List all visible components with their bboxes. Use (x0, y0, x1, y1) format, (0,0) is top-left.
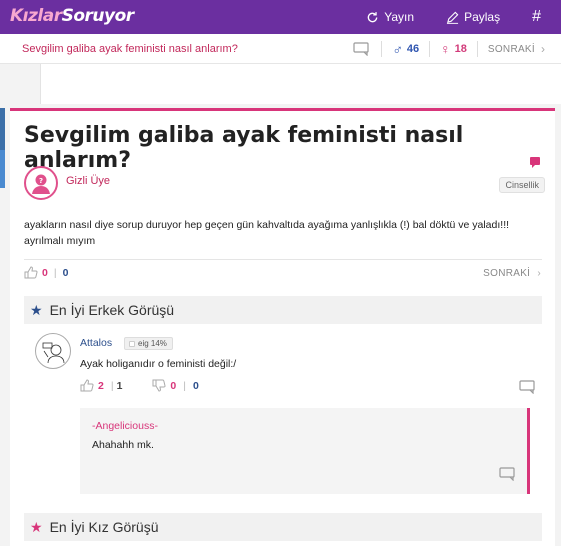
answer-author-name[interactable]: Attalos (80, 337, 112, 349)
sticky-question-title[interactable]: Sevgilim galiba ayak feministi nasıl anl… (22, 43, 238, 55)
ad-placeholder (40, 64, 561, 104)
chevron-right-icon: › (537, 268, 541, 279)
star-icon: ★ (30, 518, 43, 535)
reply-text: Ahahahh mk. (92, 439, 154, 451)
next-question-button[interactable]: SONRAKİ › (483, 268, 541, 279)
logo-text-soruyor: Soruyor (61, 6, 135, 26)
thumbs-up-icon[interactable] (80, 379, 94, 392)
refresh-icon (367, 11, 378, 22)
share-button[interactable]: Paylaş (446, 10, 500, 24)
female-count: 18 (454, 43, 467, 55)
answer-text: Ayak holiganıdır o feministi değil:/ (80, 358, 237, 370)
star-icon: ★ (30, 301, 43, 318)
upvote-sub-count: 1 (116, 379, 123, 392)
avatar[interactable] (35, 333, 71, 369)
svg-text:?: ? (39, 177, 43, 185)
page-title: Sevgilim galiba ayak feministi nasıl anl… (24, 123, 464, 173)
downvote-count: 0 (62, 266, 69, 279)
upvote-count: 0 (42, 266, 48, 279)
publish-button[interactable]: Yayın (366, 10, 414, 24)
downvote-sub-count: 0 (193, 379, 199, 392)
comment-icon[interactable] (519, 380, 537, 399)
section-title: En İyi Erkek Görüşü (49, 302, 175, 318)
report-icon[interactable] (530, 157, 541, 172)
share-label: Paylaş (464, 10, 501, 24)
thumbs-up-icon[interactable] (24, 266, 38, 279)
vote-separator: | (183, 379, 186, 392)
thumbs-down-icon[interactable] (152, 379, 166, 392)
author-name[interactable]: Gizli Üye (66, 175, 110, 187)
site-logo[interactable]: KızlarSoruyor (10, 6, 134, 26)
divider (381, 41, 383, 57)
badge-icon (129, 340, 135, 347)
comment-icon[interactable] (353, 42, 371, 56)
reply-author-name[interactable]: -Angeliciouss- (92, 420, 158, 432)
vote-separator: | (110, 379, 114, 392)
anonymous-female-icon: ? (32, 174, 50, 194)
reply-box: -Angeliciouss- Ahahahh mk. (80, 408, 530, 494)
chevron-right-icon[interactable]: › (541, 42, 545, 56)
best-male-answer-header: ★ En İyi Erkek Görüşü (24, 296, 542, 324)
publish-label: Yayın (384, 10, 415, 24)
upvote-count: 2 (98, 379, 104, 392)
side-rail-lower (0, 150, 5, 188)
sticky-question-bar: Sevgilim galiba ayak feministi nasıl anl… (0, 34, 561, 64)
male-count: 46 (406, 43, 420, 55)
section-title: En İyi Kız Görüşü (49, 519, 159, 535)
top-bar: KızlarSoruyor Yayın Paylaş # (0, 0, 561, 34)
divider (24, 259, 542, 260)
divider (429, 41, 431, 57)
female-icon: ♀ (440, 41, 451, 57)
question-card: Sevgilim galiba ayak feministi nasıl anl… (10, 108, 555, 546)
comment-icon[interactable] (499, 467, 517, 486)
sticky-next-button[interactable]: SONRAKİ (488, 44, 535, 55)
best-female-answer-header: ★ En İyi Kız Görüşü (24, 513, 542, 541)
pencil-icon (446, 11, 459, 24)
badge-label: eig 14% (138, 339, 167, 348)
answer-votes: 2 | 1 0 | 0 (80, 379, 199, 392)
downvote-count: 0 (170, 379, 177, 392)
vote-separator: | (53, 266, 57, 279)
user-badge: eig 14% (124, 337, 173, 350)
top-nav: Yayın Paylaş # (366, 0, 561, 34)
divider (476, 41, 478, 57)
logo-text-kizlar: Kızlar (10, 6, 62, 26)
next-label: SONRAKİ (483, 268, 531, 279)
male-icon: ♂ (392, 41, 403, 57)
sticky-stats: ♂ 46 ♀ 18 SONRAKİ › (353, 41, 545, 57)
hash-button[interactable]: # (532, 8, 541, 26)
category-tag[interactable]: Cinsellik (499, 177, 545, 193)
question-body: ayakların nasıl diye sorup duruyor hep g… (24, 219, 510, 247)
question-votes: 0 | 0 (24, 266, 68, 279)
user-avatar-icon (42, 342, 65, 364)
avatar[interactable]: ? (24, 166, 58, 200)
